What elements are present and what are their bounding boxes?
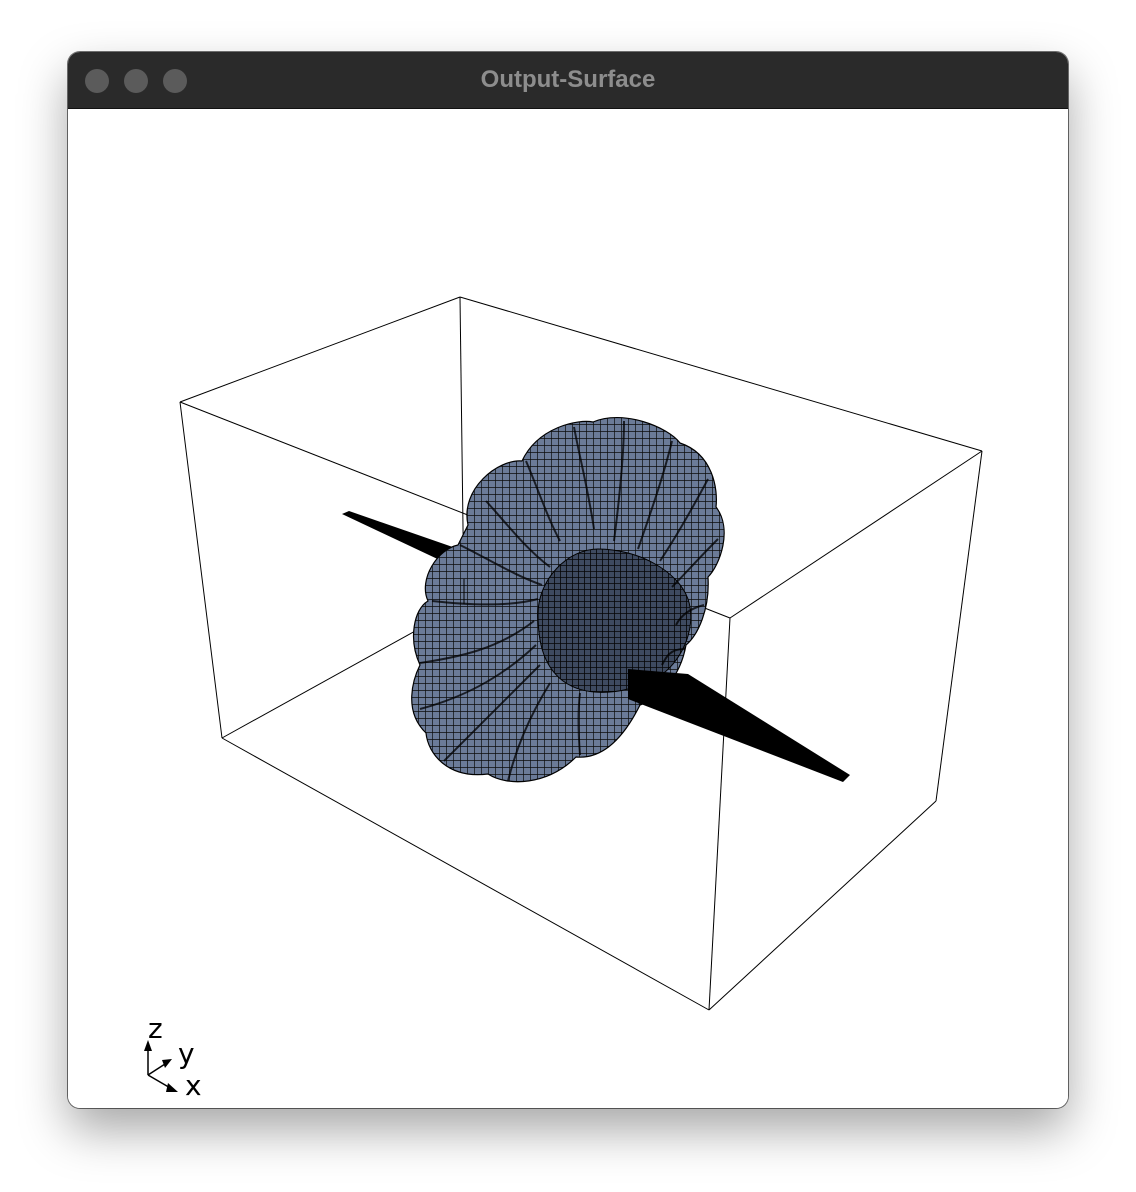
axis-x-label: x — [185, 1069, 202, 1102]
window-title: Output-Surface — [480, 66, 656, 93]
axis-triad-icon: z y x — [144, 1012, 202, 1102]
surface-object — [342, 417, 850, 783]
axis-z-label: z — [148, 1012, 163, 1045]
axis-y-label: y — [178, 1037, 195, 1070]
app-window: Output-Surface z y x — [68, 52, 1068, 1108]
title-bar[interactable]: Output-Surface — [68, 52, 1068, 109]
render-canvas[interactable]: z y x — [68, 109, 1068, 1108]
